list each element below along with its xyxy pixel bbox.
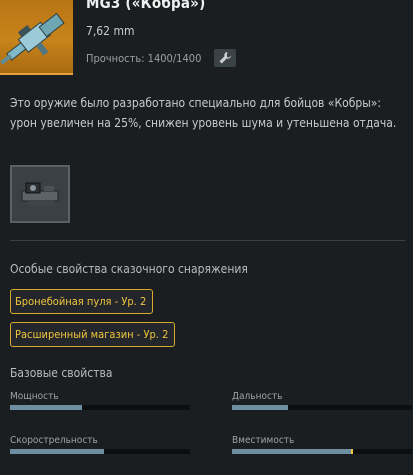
stat-range: Дальность — [232, 391, 412, 410]
section-divider — [10, 240, 405, 241]
stat-fire-rate: Скорострельность — [10, 435, 190, 454]
base-section-title: Базовые свойства — [10, 366, 113, 380]
weapon-description: Это оружие было разработано специально д… — [10, 96, 397, 130]
bonus-marker — [350, 449, 353, 454]
wrench-icon — [219, 52, 231, 64]
weapon-caliber: 7,62 mm — [86, 24, 135, 38]
stat-power: Мощность — [10, 391, 190, 410]
item-header: MG3 («Кобра») 7,62 mm Прочность: 1400/14… — [0, 0, 413, 75]
trait-armor-piercing: Бронебойная пуля - Ур. 2 — [10, 289, 154, 314]
durability-text: Прочность: 1400/1400 — [86, 52, 202, 65]
stat-label: Мощность — [10, 391, 59, 402]
attachment-slot[interactable] — [10, 165, 70, 223]
weapon-thumbnail — [0, 0, 73, 75]
stat-label: Скорострельность — [10, 435, 98, 446]
legendary-section-title: Особые свойства сказочного снаряжения — [10, 262, 248, 276]
repair-button[interactable] — [214, 49, 236, 67]
stat-bar — [232, 405, 412, 410]
stat-bar — [10, 449, 190, 454]
weapon-title: MG3 («Кобра») — [86, 0, 206, 12]
stat-capacity: Вместимость — [232, 435, 412, 454]
stat-bar — [10, 405, 190, 410]
stat-bar — [232, 449, 412, 454]
stat-label: Дальность — [232, 391, 283, 402]
scope-attachment-icon — [21, 182, 59, 206]
stat-label: Вместимость — [232, 435, 295, 446]
trait-extended-magazine: Расширенный магазин - Ур. 2 — [10, 322, 176, 347]
machine-gun-icon — [0, 12, 65, 65]
